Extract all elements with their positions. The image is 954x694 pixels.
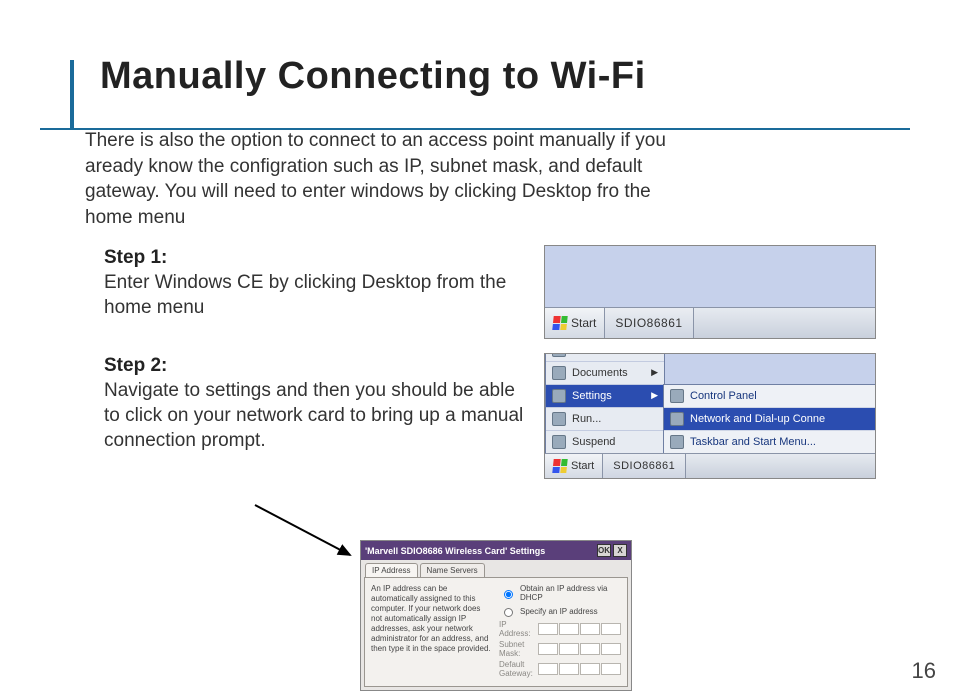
radio-specify-input[interactable] (504, 608, 513, 617)
gear-icon (552, 389, 566, 403)
title-horizontal-rule (40, 128, 910, 130)
taskbar-button-sdio[interactable]: SDIO86861 (605, 308, 693, 338)
suspend-icon (552, 435, 566, 449)
network-icon (670, 412, 684, 426)
tab-name-servers[interactable]: Name Servers (420, 563, 485, 577)
start-button-label: Start (571, 460, 594, 472)
screenshot-start-bar: Start SDIO86861 (544, 245, 876, 339)
menu-item-label: Suspend (572, 436, 615, 448)
start-menu-left: Favorites ▶ Documents ▶ Settings ▶ Run... S… (545, 353, 665, 454)
star-icon (552, 353, 566, 357)
start-menu-settings-flyout: Control Panel Network and Dial-up Conne … (663, 384, 876, 454)
dialog-titlebar: 'Marvell SDIO8686 Wireless Card' Setting… (361, 541, 631, 560)
run-icon (552, 412, 566, 426)
radio-specify[interactable]: Specify an IP address (499, 605, 621, 617)
chevron-right-icon: ▶ (651, 367, 658, 378)
radio-label: Obtain an IP address via DHCP (520, 584, 621, 602)
document-icon (552, 366, 566, 380)
step2-label: Step 2: (104, 353, 524, 378)
control-panel-icon (670, 389, 684, 403)
label-gateway: Default Gateway: (499, 660, 534, 678)
radio-dhcp-input[interactable] (504, 590, 513, 599)
menu-item-label: Settings (572, 390, 612, 402)
label-ip: IP Address: (499, 620, 534, 638)
ok-button[interactable]: OK (597, 544, 611, 557)
tab-ip-address[interactable]: IP Address (365, 563, 418, 577)
taskbar-icon (670, 435, 684, 449)
menu-item-taskbar[interactable]: Taskbar and Start Menu... (664, 431, 876, 454)
chevron-right-icon: ▶ (651, 353, 658, 356)
chevron-right-icon: ▶ (651, 390, 658, 401)
radio-label: Specify an IP address (520, 607, 598, 616)
menu-item-suspend[interactable]: Suspend (546, 431, 664, 454)
dialog-help-text: An IP address can be automatically assig… (371, 584, 493, 680)
intro-paragraph: There is also the option to connect to a… (85, 128, 685, 231)
dialog-title: 'Marvell SDIO8686 Wireless Card' Setting… (365, 546, 545, 556)
menu-item-label: Taskbar and Start Menu... (690, 436, 816, 448)
windows-flag-icon (552, 459, 567, 473)
menu-item-label: Favorites (572, 353, 617, 356)
gateway-input[interactable] (538, 663, 621, 675)
menu-item-label: Documents (572, 367, 628, 379)
menu-item-settings[interactable]: Settings ▶ (546, 385, 664, 408)
menu-item-favorites[interactable]: Favorites ▶ (546, 353, 664, 362)
menu-item-label: Network and Dial-up Conne (690, 413, 825, 425)
menu-item-label: Run... (572, 413, 601, 425)
page-number: 16 (912, 658, 936, 684)
title-vertical-rule (70, 60, 74, 130)
menu-item-control-panel[interactable]: Control Panel (664, 385, 876, 408)
screenshot-wireless-settings-dialog: 'Marvell SDIO8686 Wireless Card' Setting… (360, 540, 632, 691)
step1-label: Step 1: (104, 245, 524, 270)
subnet-input[interactable] (538, 643, 621, 655)
windows-flag-icon (552, 316, 567, 330)
page-title: Manually Connecting to Wi-Fi (100, 55, 914, 98)
screenshot-start-menu: Favorites ▶ Documents ▶ Settings ▶ Run... S… (544, 353, 876, 479)
step2-text: Navigate to settings and then you should… (104, 378, 524, 453)
taskbar-button-sdio[interactable]: SDIO86861 (603, 454, 686, 478)
start-button[interactable]: Start (545, 308, 605, 338)
label-subnet: Subnet Mask: (499, 640, 534, 658)
menu-item-label: Control Panel (690, 390, 757, 402)
menu-item-documents[interactable]: Documents ▶ (546, 362, 664, 385)
close-button[interactable]: X (613, 544, 627, 557)
radio-dhcp[interactable]: Obtain an IP address via DHCP (499, 584, 621, 602)
menu-item-network[interactable]: Network and Dial-up Conne (664, 408, 876, 431)
ip-input[interactable] (538, 623, 621, 635)
step1-text: Enter Windows CE by clicking Desktop fro… (104, 270, 524, 320)
pointer-arrow (250, 500, 370, 580)
start-button[interactable]: Start (545, 454, 603, 478)
start-button-label: Start (571, 316, 596, 330)
menu-item-run[interactable]: Run... (546, 408, 664, 431)
